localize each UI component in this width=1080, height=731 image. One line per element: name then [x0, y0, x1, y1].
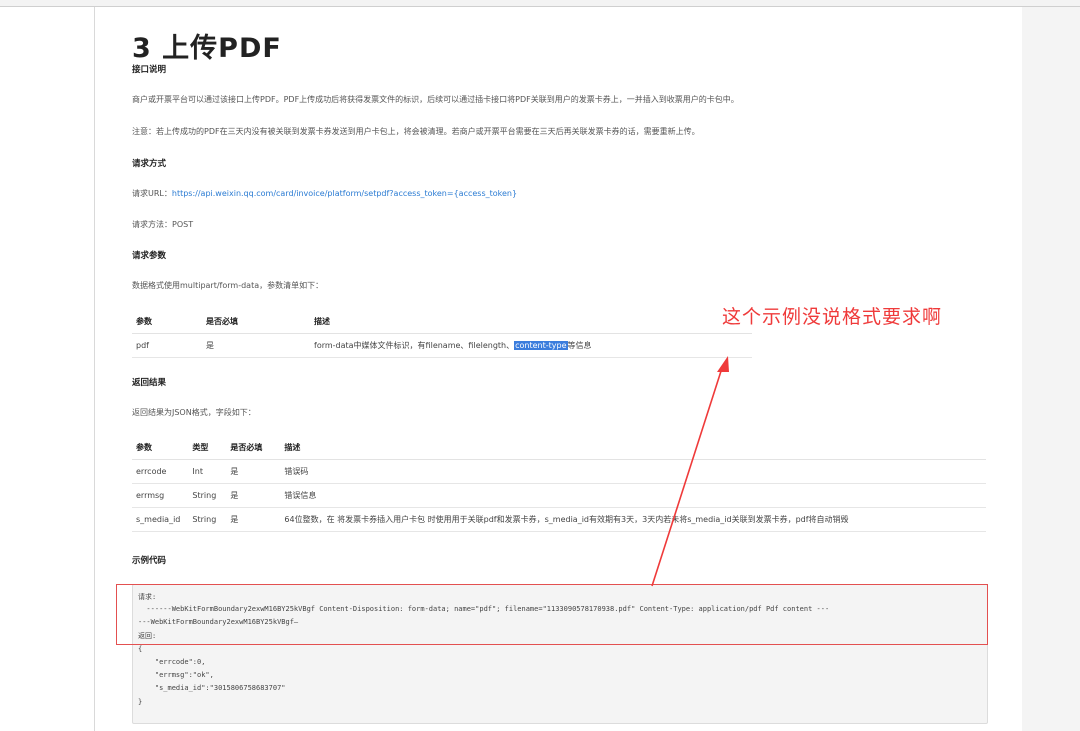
table-cell: 是	[226, 459, 281, 484]
request-url-link[interactable]: https://api.weixin.qq.com/card/invoice/p…	[172, 189, 517, 198]
request-url-label: 请求URL：	[132, 189, 172, 198]
section-heading-method: 请求方式	[132, 159, 167, 169]
table-row: s_media_id String 是 64位整数，在 将发票卡券插入用户卡包 …	[132, 507, 986, 532]
params-header-required: 是否必填	[202, 310, 310, 334]
table-row: errcode Int 是 错误码	[132, 459, 986, 484]
return-header-desc: 描述	[280, 436, 986, 460]
desc-prefix: form-data中媒体文件标识，有filename、filelength、	[314, 341, 515, 350]
table-row: errmsg String 是 错误信息	[132, 483, 986, 508]
intro-paragraph-2: 注意：若上传成功的PDF在三天内没有被关联到发票卡券发送到用户卡包上，将会被清理…	[132, 127, 700, 136]
section-heading-return: 返回结果	[132, 378, 167, 388]
right-scroll-area	[1022, 7, 1080, 731]
table-cell: String	[188, 483, 227, 508]
return-table: 参数 类型 是否必填 描述 errcode Int 是 错误码 errmsg S…	[132, 436, 986, 532]
table-row: pdf 是 form-data中媒体文件标识，有filename、filelen…	[132, 333, 752, 358]
params-table-header: 参数 是否必填 描述	[132, 310, 752, 334]
table-cell: String	[188, 507, 227, 532]
return-table-header: 参数 类型 是否必填 描述	[132, 436, 986, 460]
params-description: 数据格式使用multipart/form-data，参数清单如下：	[132, 281, 324, 290]
annotation-highlight-box	[116, 584, 988, 645]
table-cell: 错误信息	[280, 483, 986, 508]
code-line: "errcode":0,	[138, 658, 206, 666]
params-header-desc: 描述	[310, 310, 752, 334]
table-cell: errmsg	[132, 483, 189, 508]
table-cell: pdf	[132, 333, 202, 358]
return-header-type: 类型	[188, 436, 227, 460]
params-table: 参数 是否必填 描述 pdf 是 form-data中媒体文件标识，有filen…	[132, 310, 752, 358]
code-line: }	[138, 698, 143, 706]
section-heading-params: 请求参数	[132, 251, 167, 261]
table-cell: 是	[202, 333, 310, 358]
annotation-text: 这个示例没说格式要求啊	[722, 306, 943, 328]
table-cell: Int	[188, 459, 227, 484]
return-header-param: 参数	[132, 436, 189, 460]
code-line: "s_media_id":"3015806758683707"	[138, 684, 286, 692]
browser-top-edge	[0, 0, 1080, 7]
table-cell: 错误码	[280, 459, 986, 484]
code-line: "errmsg":"ok",	[138, 671, 214, 679]
table-cell: errcode	[132, 459, 189, 484]
table-cell: 64位整数，在 将发票卡券插入用户卡包 时使用用于关联pdf和发票卡券，s_me…	[280, 507, 986, 532]
table-cell: form-data中媒体文件标识，有filename、filelength、co…	[310, 333, 752, 358]
return-header-required: 是否必填	[226, 436, 281, 460]
section-heading-code: 示例代码	[132, 556, 167, 566]
page-title: 3 上传PDF	[132, 33, 282, 64]
request-method-line: 请求方法：POST	[132, 220, 194, 229]
params-header-param: 参数	[132, 310, 202, 334]
highlighted-text: content-type	[514, 341, 568, 350]
code-line: {	[138, 645, 143, 653]
section-heading-intro: 接口说明	[132, 65, 167, 75]
return-description: 返回结果为JSON格式，字段如下：	[132, 408, 256, 417]
table-cell: 是	[226, 507, 281, 532]
intro-paragraph-1: 商户或开票平台可以通过该接口上传PDF。PDF上传成功后将获得发票文件的标识，后…	[132, 95, 739, 104]
left-gutter	[0, 7, 95, 731]
request-url-line: 请求URL：https://api.weixin.qq.com/card/inv…	[132, 188, 517, 199]
table-cell: 是	[226, 483, 281, 508]
table-cell: s_media_id	[132, 507, 189, 532]
desc-suffix: 等信息	[567, 341, 592, 350]
